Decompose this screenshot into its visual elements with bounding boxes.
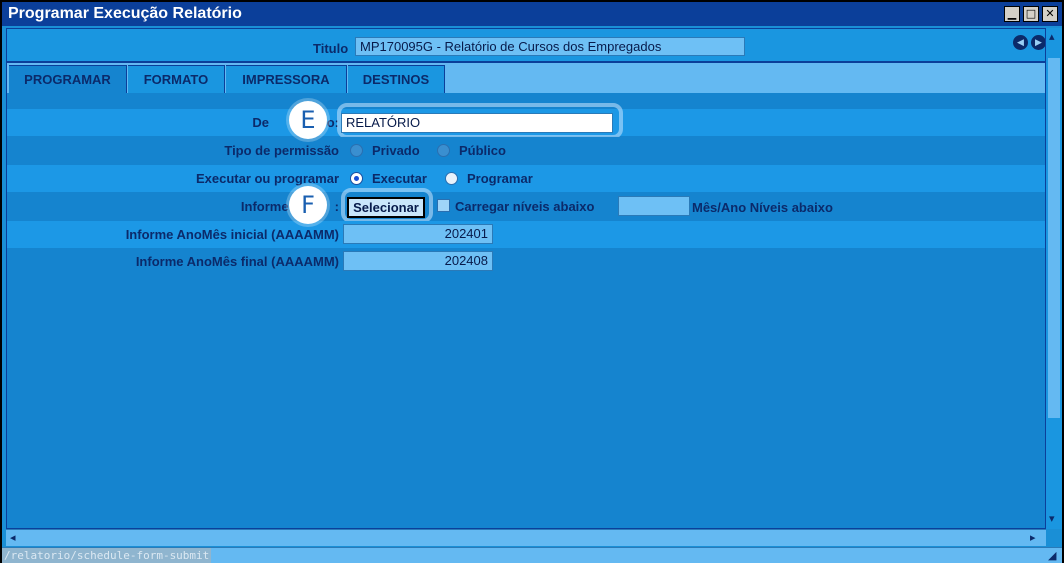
- radio-executar[interactable]: [350, 172, 363, 185]
- description-input[interactable]: RELATÓRIO: [341, 113, 613, 133]
- title-value: MP170095G - Relatório de Cursos dos Empr…: [355, 37, 745, 56]
- vertical-scrollbar[interactable]: ▴ ▾: [1046, 28, 1062, 529]
- close-button[interactable]: ✕: [1042, 6, 1058, 22]
- tab-bar: PROGRAMAR FORMATO IMPRESSORA DESTINOS: [7, 63, 1045, 93]
- start-month-label: Informe AnoMês inicial (AAAAMM): [125, 227, 339, 242]
- start-month-row: Informe AnoMês inicial (AAAAMM) 202401: [7, 221, 1045, 248]
- description-label-start: De: [252, 115, 269, 130]
- month-year-levels-label: Mês/Ano Níveis abaixo: [692, 200, 833, 215]
- select-button[interactable]: Selecionar: [347, 197, 425, 218]
- scroll-down-icon[interactable]: ▾: [1049, 512, 1055, 525]
- window-title: Programar Execução Relatório: [8, 5, 242, 22]
- vertical-scroll-thumb[interactable]: [1048, 58, 1060, 418]
- radio-publico-label: Público: [459, 143, 506, 158]
- radio-privado-label: Privado: [372, 143, 420, 158]
- load-levels-label: Carregar níveis abaixo: [455, 199, 595, 214]
- tab-impressora[interactable]: IMPRESSORA: [226, 65, 347, 93]
- scroll-up-icon[interactable]: ▴: [1049, 30, 1055, 43]
- scroll-right-icon[interactable]: ▸: [1030, 531, 1036, 544]
- tab-programar[interactable]: PROGRAMAR: [9, 65, 127, 93]
- radio-executar-label: Executar: [372, 171, 427, 186]
- end-month-row: Informe AnoMês final (AAAAMM) 202408: [7, 248, 1045, 275]
- radio-programar-label: Programar: [467, 171, 533, 186]
- title-row: Titulo MP170095G - Relatório de Cursos d…: [7, 29, 1045, 63]
- minimize-button[interactable]: ▁: [1004, 6, 1020, 22]
- tab-formato[interactable]: FORMATO: [128, 65, 225, 93]
- start-month-input[interactable]: 202401: [343, 224, 493, 244]
- horizontal-scrollbar[interactable]: ◂ ▸: [6, 529, 1046, 546]
- status-url: /relatorio/schedule-form-submit: [2, 548, 212, 563]
- radio-publico[interactable]: [437, 144, 450, 157]
- status-bar: /relatorio/schedule-form-submit ◢: [2, 547, 1062, 563]
- end-month-label: Informe AnoMês final (AAAAMM): [135, 254, 339, 269]
- scroll-left-icon[interactable]: ◂: [10, 531, 16, 544]
- resize-grip-icon[interactable]: ◢: [1048, 549, 1056, 562]
- end-month-input[interactable]: 202408: [343, 251, 493, 271]
- maximize-button[interactable]: □: [1023, 6, 1039, 22]
- next-arrow-icon[interactable]: ▶: [1031, 35, 1045, 50]
- main-panel: Titulo MP170095G - Relatório de Cursos d…: [6, 28, 1046, 529]
- tab-destinos[interactable]: DESTINOS: [348, 65, 445, 93]
- permission-row: Tipo de permissão Privado Público: [7, 137, 1045, 164]
- description-row: De o: RELATÓRIO: [7, 103, 1045, 139]
- marker-e: E: [289, 101, 327, 139]
- execute-label: Executar ou programar: [195, 171, 339, 186]
- title-bar: Programar Execução Relatório ▁ □ ✕: [2, 2, 1062, 26]
- levels-label-end: :: [334, 199, 339, 214]
- radio-programar[interactable]: [445, 172, 458, 185]
- levels-row: Informe a L : Selecionar Carregar níveis…: [7, 188, 1045, 223]
- previous-arrow-icon[interactable]: ◀: [1013, 35, 1028, 50]
- title-label: Titulo: [313, 41, 349, 56]
- report-window: Programar Execução Relatório ▁ □ ✕ Titul…: [0, 0, 1064, 563]
- permission-label: Tipo de permissão: [224, 143, 339, 158]
- month-year-levels-input[interactable]: [618, 196, 690, 216]
- marker-f: F: [289, 186, 327, 224]
- execute-row: Executar ou programar Executar Programar: [7, 165, 1045, 192]
- radio-privado[interactable]: [350, 144, 363, 157]
- load-levels-checkbox[interactable]: [437, 199, 450, 212]
